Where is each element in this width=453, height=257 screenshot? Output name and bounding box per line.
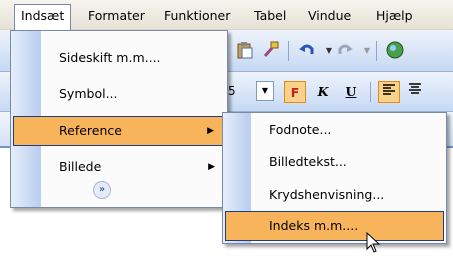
submenu-arrow-icon: ▶ <box>207 126 214 136</box>
italic-button[interactable]: K <box>312 81 334 103</box>
bold-button[interactable]: F <box>284 81 306 103</box>
menu-window[interactable]: Vindue <box>302 4 357 28</box>
hyperlink-icon[interactable] <box>384 40 406 62</box>
submenu-item-cross-reference[interactable]: Krydshenvisning... <box>225 180 444 210</box>
menu-item-label: Symbol... <box>59 86 118 101</box>
menu-item-reference[interactable]: Reference ▶ <box>13 116 225 146</box>
redo-dropdown-icon[interactable]: ▼ <box>356 40 378 62</box>
menu-item-picture[interactable]: Billede ▶ <box>13 152 225 182</box>
font-size-dropdown-icon[interactable]: ▼ <box>256 81 274 101</box>
menu-item-label: Billede <box>59 159 102 174</box>
mouse-cursor-icon <box>366 231 382 254</box>
menu-item-label: Indeks m.m.... <box>269 218 359 233</box>
undo-icon[interactable] <box>296 40 318 62</box>
paste-icon[interactable] <box>234 40 256 62</box>
menu-insert[interactable]: Indsæt <box>14 4 72 31</box>
underline-button[interactable]: U <box>340 81 362 103</box>
align-center-icon[interactable] <box>404 81 426 103</box>
submenu-arrow-icon: ▶ <box>208 162 215 172</box>
align-left-icon[interactable] <box>378 81 400 103</box>
font-size-value[interactable]: 5 <box>228 80 248 102</box>
menu-item-label: Billedtekst... <box>269 154 347 169</box>
menu-item-label: Sideskift m.m.... <box>59 50 161 65</box>
menu-bar: Indsæt Formater Funktioner Tabel Vindue … <box>0 0 453 31</box>
toolbar-separator <box>288 41 289 61</box>
menu-help[interactable]: Hjælp <box>370 4 419 28</box>
submenu-item-caption[interactable]: Billedtekst... <box>225 147 444 177</box>
toolbar-separator <box>370 82 371 102</box>
menu-item-label: Fodnote... <box>269 122 332 137</box>
redo-icon[interactable] <box>334 40 356 62</box>
chevron-double-down-icon[interactable]: » <box>93 181 111 199</box>
insert-menu: Sideskift m.m.... Symbol... Reference ▶ … <box>10 30 228 208</box>
menu-item-label: Krydshenvisning... <box>269 187 385 202</box>
reference-submenu: Fodnote... Billedtekst... Krydshenvisnin… <box>222 112 447 244</box>
menu-item-label: Reference <box>59 123 122 138</box>
menu-tools[interactable]: Funktioner <box>158 4 236 28</box>
menu-item-page-break[interactable]: Sideskift m.m.... <box>13 43 225 73</box>
menu-item-symbol[interactable]: Symbol... <box>13 79 225 109</box>
menu-table[interactable]: Tabel <box>248 4 292 28</box>
submenu-item-footnote[interactable]: Fodnote... <box>225 115 444 145</box>
submenu-item-index[interactable]: Indeks m.m.... <box>225 211 444 241</box>
format-painter-icon[interactable] <box>260 40 282 62</box>
menu-format[interactable]: Formater <box>82 4 151 28</box>
toolbar-separator <box>376 41 377 61</box>
